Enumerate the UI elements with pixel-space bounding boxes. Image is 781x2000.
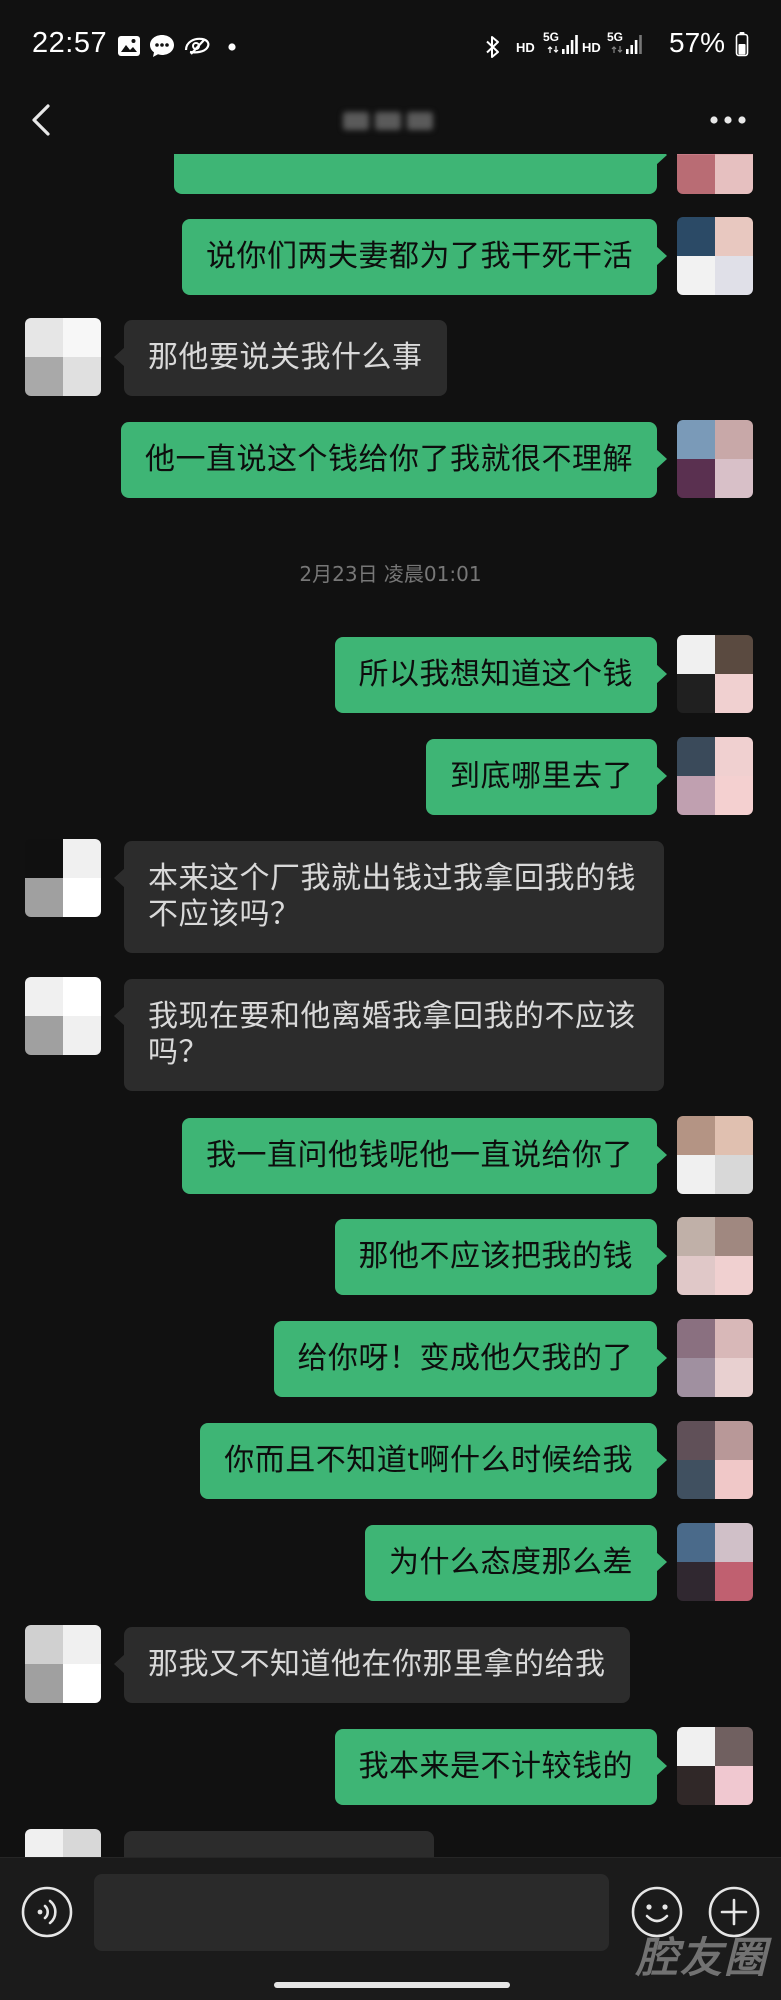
app-icon [184, 37, 210, 55]
message-bubble[interactable]: 到底哪里去了 [426, 739, 667, 815]
message-row: 我一直问他钱呢他一直说给你了 [0, 1116, 781, 1194]
signal-icon [562, 35, 578, 54]
avatar[interactable] [677, 1421, 753, 1499]
message-bubble[interactable]: 本来这个厂我就出钱过我拿回我的钱不应该吗？ [114, 841, 664, 953]
network-hd-label: HD [516, 40, 535, 55]
status-time: 22:57 [32, 27, 108, 59]
message-bubble[interactable]: 所以我想知道这个钱 [334, 637, 667, 713]
avatar[interactable] [25, 318, 101, 396]
chat-header [0, 78, 781, 154]
network-5g-label: 5G [543, 30, 560, 44]
status-bar: 22:57 HD 5G HD 5G 57% [0, 0, 781, 78]
data-arrows-icon [611, 46, 623, 53]
message-row: 为什么态度那么差 [0, 1523, 781, 1601]
voice-icon[interactable] [19, 1884, 75, 1940]
watermark: 腔友圈 [636, 1933, 769, 1982]
message-bubble[interactable]: 我本来是不计较钱的 [334, 1729, 667, 1805]
dot-icon [228, 43, 236, 51]
avatar[interactable] [677, 217, 753, 295]
message-row: 那他不应该把我的钱 [0, 1217, 781, 1295]
message-input[interactable] [94, 1874, 609, 1951]
message-row: 我本来是不计较钱的 [0, 1727, 781, 1805]
message-bubble[interactable]: 我现在要和他离婚我拿回我的不应该吗？ [114, 979, 664, 1091]
avatar[interactable] [677, 420, 753, 498]
avatar[interactable] [677, 737, 753, 815]
message-bubble[interactable]: 给你呀！变成他欠我的了 [273, 1321, 667, 1397]
home-indicator[interactable] [274, 1982, 510, 1988]
message-row: 你而且不知道t啊什么时候给我 [0, 1421, 781, 1499]
network-5g-label: 5G [607, 30, 624, 44]
chevron-left-icon[interactable] [28, 100, 56, 140]
chat-timestamp: 2月23日 凌晨01:01 [299, 562, 482, 586]
plus-icon[interactable] [706, 1884, 762, 1940]
message-bubble[interactable]: 那他要说关我什么事 [114, 320, 447, 396]
message-bubble[interactable]: 那他不应该把我的钱 [334, 1219, 667, 1295]
message-row: 给你呀！变成他欠我的了 [0, 1319, 781, 1397]
message-bubble[interactable]: 说你们两夫妻都为了我干死干活 [182, 219, 667, 295]
avatar[interactable] [677, 1727, 753, 1805]
avatar[interactable] [677, 1523, 753, 1601]
message-bubble[interactable]: 为什么态度那么差 [365, 1525, 667, 1601]
avatar[interactable] [25, 977, 101, 1055]
message-row: 本来这个厂我就出钱过我拿回我的钱不应该吗？ [0, 839, 781, 953]
signal-icon [626, 35, 642, 54]
message-row: 那他要说关我什么事 [0, 318, 781, 396]
emoji-icon[interactable] [629, 1884, 685, 1940]
avatar[interactable] [677, 1217, 753, 1295]
message-row: 所以我想知道这个钱 [0, 635, 781, 713]
chat-title-redacted [343, 108, 435, 134]
avatar[interactable] [25, 1625, 101, 1703]
gallery-icon [118, 36, 140, 56]
message-icon [150, 35, 174, 57]
more-icon[interactable] [708, 114, 748, 126]
message-row: 那我又不知道他在你那里拿的给我 [0, 1625, 781, 1703]
avatar[interactable] [677, 1319, 753, 1397]
bluetooth-icon [486, 36, 499, 58]
avatar[interactable] [677, 635, 753, 713]
message-row: 到底哪里去了 [0, 737, 781, 815]
message-bubble[interactable]: 我一直问他钱呢他一直说给你了 [182, 1118, 667, 1194]
battery-icon [735, 32, 749, 57]
message-row: 说你们两夫妻都为了我干死干活 [0, 217, 781, 295]
battery-level [738, 44, 746, 55]
network-hd-label: HD [582, 40, 601, 55]
data-arrows-icon [547, 46, 559, 53]
battery-percent: 57% [669, 27, 726, 58]
message-row: 我现在要和他离婚我拿回我的不应该吗？ [0, 977, 781, 1091]
avatar[interactable] [25, 839, 101, 917]
message-bubble[interactable]: 你而且不知道t啊什么时候给我 [200, 1423, 667, 1499]
message-bubble[interactable]: 他一直说这个钱给你了我就很不理解 [121, 422, 667, 498]
avatar[interactable] [677, 1116, 753, 1194]
message-row: 他一直说这个钱给你了我就很不理解 [0, 420, 781, 498]
message-bubble[interactable]: 那我又不知道他在你那里拿的给我 [114, 1627, 630, 1703]
